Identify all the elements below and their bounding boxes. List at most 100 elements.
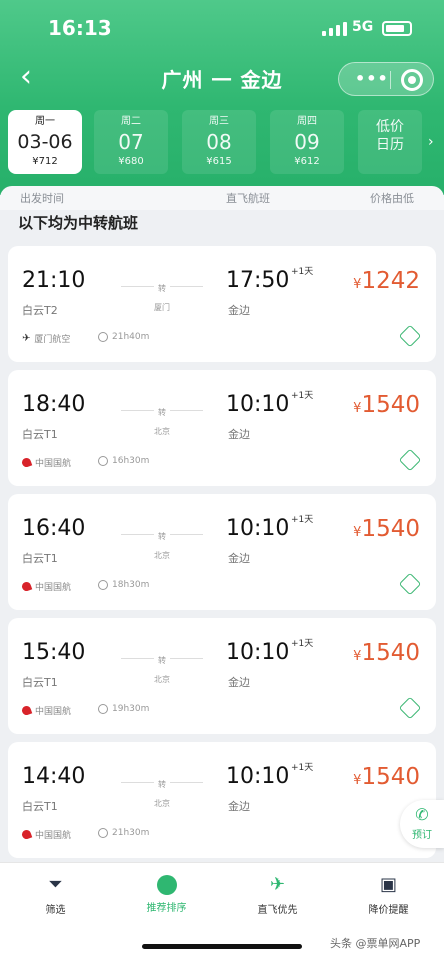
sort-direct-only[interactable]: 直飞航班 bbox=[226, 190, 270, 206]
tab-recommend-sort[interactable]: 推荐排序 bbox=[111, 873, 222, 914]
arrival-time: 17:50 bbox=[226, 268, 290, 293]
tab-price-alert[interactable]: ▣ 降价提醒 bbox=[333, 873, 444, 916]
calendar-line1: 低价 bbox=[376, 119, 404, 135]
tab-direct-first[interactable]: ✈ 直飞优先 bbox=[222, 873, 333, 916]
arrival-airport: 金边 bbox=[228, 800, 250, 813]
ellipsis-icon[interactable]: ••• bbox=[355, 71, 389, 87]
date-day: 09 bbox=[294, 130, 320, 154]
battery-icon bbox=[382, 21, 412, 36]
flight-card[interactable]: 16:40 白云T1 转北京 10:10 +1天 金边 ¥1540 中国国航 1… bbox=[8, 494, 436, 610]
arrival-time: 10:10 bbox=[226, 516, 290, 541]
flight-card[interactable]: 21:10 白云T2 转厦门 17:50 +1天 金边 ¥1242 ✈ 厦门航空 … bbox=[8, 246, 436, 362]
clock-icon bbox=[98, 456, 108, 466]
airline-logo-icon bbox=[20, 828, 33, 841]
departure-time: 14:40 bbox=[22, 764, 86, 789]
departure-airport: 白云T1 bbox=[22, 552, 58, 565]
price-value: 1540 bbox=[361, 392, 420, 418]
next-day-badge: +1天 bbox=[291, 515, 314, 525]
departure-airport: 白云T1 bbox=[22, 428, 58, 441]
date-price: ¥680 bbox=[118, 156, 144, 167]
duration-info: 21h30m bbox=[98, 828, 149, 838]
airline-info: 中国国航 bbox=[20, 456, 72, 469]
stop-label: 转 bbox=[154, 780, 170, 790]
flight-card[interactable]: 14:40 白云T1 转北京 10:10 +1天 金边 ¥1540 中国国航 2… bbox=[8, 742, 436, 858]
sort-price[interactable]: 价格由低 bbox=[370, 190, 414, 206]
next-day-badge: +1天 bbox=[291, 267, 314, 277]
duration-info: 19h30m bbox=[98, 704, 149, 714]
airline-info: 中国国航 bbox=[20, 580, 72, 593]
flight-price: ¥1540 bbox=[353, 392, 420, 418]
chevron-left-icon[interactable]: ‹ bbox=[20, 60, 50, 94]
date-price: ¥712 bbox=[32, 156, 58, 167]
mini-program-capsule: ••• bbox=[338, 62, 434, 96]
date-tab-3[interactable]: 周四 09 ¥612 bbox=[270, 110, 344, 174]
tab-label: 直飞优先 bbox=[257, 905, 298, 916]
duration-value: 16h30m bbox=[112, 456, 150, 466]
duration-info: 21h40m bbox=[98, 332, 149, 342]
arrival-airport: 金边 bbox=[228, 676, 250, 689]
home-indicator bbox=[142, 944, 302, 949]
airline-name: 厦门航空 bbox=[34, 335, 71, 345]
date-tab-1[interactable]: 周二 07 ¥680 bbox=[94, 110, 168, 174]
flight-card[interactable]: 15:40 白云T1 转北京 10:10 +1天 金边 ¥1540 中国国航 1… bbox=[8, 618, 436, 734]
page-title: 广州 一 金边 bbox=[161, 68, 283, 92]
clock-icon bbox=[98, 828, 108, 838]
stop-label: 转 bbox=[154, 408, 170, 418]
tab-label: 推荐排序 bbox=[146, 903, 187, 914]
target-circle-icon[interactable] bbox=[401, 69, 423, 91]
arrival-time: 10:10 bbox=[226, 640, 290, 665]
airline-name: 中国国航 bbox=[35, 459, 72, 469]
date-tab-0[interactable]: 周一 03-06 ¥712 bbox=[8, 110, 82, 174]
low-price-calendar-button[interactable]: 低价 日历 bbox=[358, 110, 422, 174]
flight-card[interactable]: 18:40 白云T1 转北京 10:10 +1天 金边 ¥1540 中国国航 1… bbox=[8, 370, 436, 486]
status-time: 16:13 bbox=[48, 16, 112, 40]
duration-value: 21h30m bbox=[112, 828, 150, 838]
airline-logo-icon bbox=[20, 580, 33, 593]
date-weekday: 周三 bbox=[209, 116, 229, 127]
airline-logo-icon bbox=[20, 456, 33, 469]
watermark: 头条 @票单网APP bbox=[330, 937, 421, 950]
airline-info: 中国国航 bbox=[20, 828, 71, 841]
next-day-badge: +1天 bbox=[291, 391, 314, 401]
date-weekday: 周四 bbox=[297, 116, 317, 127]
sort-departure-time[interactable]: 出发时间 bbox=[20, 190, 64, 206]
airline-name: 中国国航 bbox=[35, 707, 72, 717]
date-day: 03-06 bbox=[17, 131, 73, 153]
capsule-divider bbox=[390, 71, 391, 89]
airline-logo-icon bbox=[20, 704, 33, 717]
tab-label: 筛选 bbox=[45, 905, 66, 916]
duration-info: 16h30m bbox=[98, 456, 149, 466]
date-price: ¥612 bbox=[294, 156, 320, 167]
date-day: 08 bbox=[206, 130, 232, 154]
date-tab-2[interactable]: 周三 08 ¥615 bbox=[182, 110, 256, 174]
price-value: 1540 bbox=[361, 516, 420, 542]
tab-label: 降价提醒 bbox=[368, 905, 409, 916]
airline-plane-icon: ✈ bbox=[22, 333, 31, 344]
departure-airport: 白云T2 bbox=[22, 304, 58, 317]
departure-time: 18:40 bbox=[22, 392, 86, 417]
route-connector: 转北京 bbox=[113, 400, 211, 438]
next-day-badge: +1天 bbox=[291, 763, 314, 773]
arrival-airport: 金边 bbox=[228, 552, 250, 565]
departure-airport: 白云T1 bbox=[22, 800, 58, 813]
duration-value: 18h30m bbox=[112, 580, 150, 590]
service-label: 预订 bbox=[412, 830, 432, 841]
booking-service-button[interactable]: ✆ 预订 bbox=[400, 800, 444, 848]
airline-name: 中国国航 bbox=[35, 583, 72, 593]
calendar-line2: 日历 bbox=[376, 137, 404, 153]
baggage-icon bbox=[398, 324, 422, 348]
airline-info: 中国国航 bbox=[20, 704, 72, 717]
date-day: 07 bbox=[118, 130, 144, 154]
stop-label: 转 bbox=[154, 284, 170, 294]
date-strip: 周一 03-06 ¥712 周二 07 ¥680 周三 08 ¥615 周四 0… bbox=[0, 110, 444, 174]
airline-info: ✈ 厦门航空 bbox=[22, 332, 70, 345]
arrival-time: 10:10 bbox=[226, 764, 290, 789]
departure-airport: 白云T1 bbox=[22, 676, 58, 689]
departure-time: 15:40 bbox=[22, 640, 86, 665]
tab-filter[interactable]: ⏷ 筛选 bbox=[0, 873, 111, 916]
stop-label: 转 bbox=[154, 532, 170, 542]
clock-icon bbox=[98, 704, 108, 714]
flight-price: ¥1540 bbox=[353, 516, 420, 542]
chevron-right-icon[interactable]: › bbox=[428, 134, 434, 150]
departure-time: 16:40 bbox=[22, 516, 86, 541]
